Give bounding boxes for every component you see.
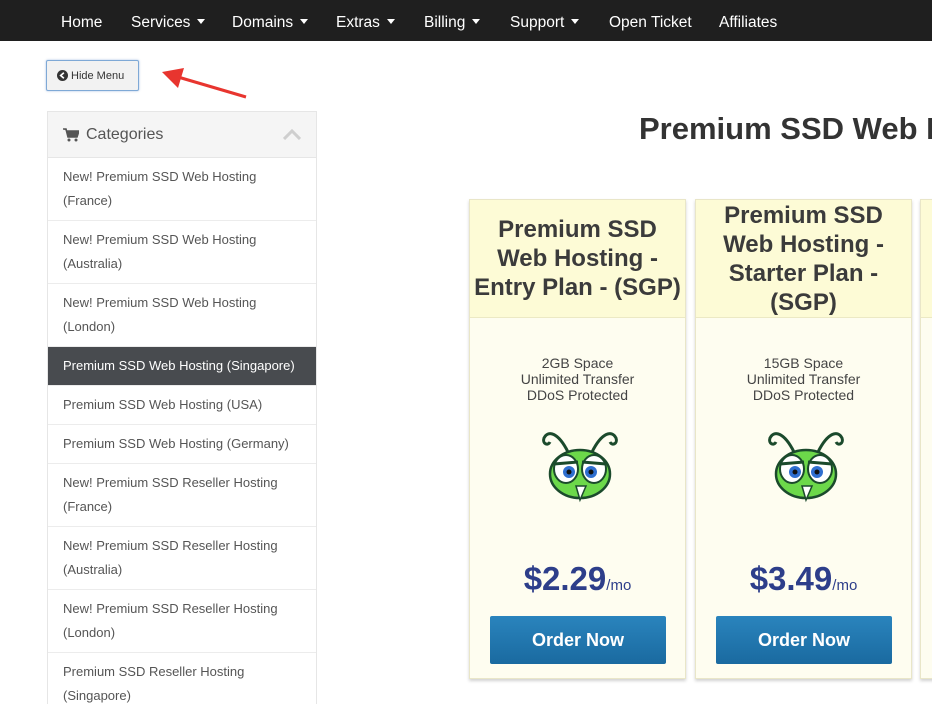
plan-feature: DDoS Protected bbox=[526, 387, 629, 403]
category-item-web-london[interactable]: New! Premium SSD Web Hosting (London) bbox=[48, 284, 316, 347]
category-item-web-australia[interactable]: New! Premium SSD Web Hosting (Australia) bbox=[48, 221, 316, 284]
categories-header[interactable]: Categories bbox=[48, 112, 316, 158]
hide-menu-button[interactable]: Hide Menu bbox=[46, 60, 139, 91]
plan-price: $3.49/mo bbox=[696, 560, 911, 598]
nav-billing[interactable]: Billing bbox=[424, 0, 481, 41]
caret-down-icon bbox=[571, 19, 580, 25]
plan-header: Premium SSD Web Hosting - Starter Plan -… bbox=[696, 200, 911, 318]
category-item-web-singapore[interactable]: Premium SSD Web Hosting (Singapore) bbox=[48, 347, 316, 386]
plan-card-partial bbox=[920, 199, 932, 679]
plan-name: Premium SSD Web Hosting - Starter Plan -… bbox=[723, 201, 884, 316]
nav-affiliates-label: Affiliates bbox=[719, 14, 778, 31]
category-label: New! Premium SSD Reseller Hosting (Londo… bbox=[63, 601, 278, 640]
category-label: Premium SSD Reseller Hosting (Singapore) bbox=[63, 664, 245, 703]
order-now-button[interactable]: Order Now bbox=[716, 616, 892, 664]
category-label: Premium SSD Web Hosting (Germany) bbox=[63, 436, 289, 451]
category-item-web-germany[interactable]: Premium SSD Web Hosting (Germany) bbox=[48, 425, 316, 464]
annotation-arrow-icon bbox=[162, 68, 247, 99]
category-label: New! Premium SSD Web Hosting (France) bbox=[63, 169, 257, 208]
plan-name: Premium SSD Web Hosting - Entry Plan - (… bbox=[474, 216, 681, 301]
plan-feature: Unlimited Transfer bbox=[520, 371, 635, 387]
hide-menu-label: Hide Menu bbox=[71, 69, 125, 82]
plan-header: Premium SSD Web Hosting - Entry Plan - (… bbox=[470, 200, 685, 318]
caret-down-icon bbox=[300, 19, 309, 25]
category-label: Premium SSD Web Hosting (USA) bbox=[63, 397, 263, 412]
nav-services[interactable]: Services bbox=[131, 0, 206, 41]
category-item-web-usa[interactable]: Premium SSD Web Hosting (USA) bbox=[48, 386, 316, 425]
order-now-label: Order Now bbox=[757, 629, 850, 650]
nav-home-label: Home bbox=[61, 14, 103, 31]
order-now-button[interactable]: Order Now bbox=[490, 616, 666, 664]
plan-price-value: $2.29 bbox=[523, 560, 607, 597]
chevron-up-icon[interactable] bbox=[283, 129, 301, 140]
plan-features: 15GB Space Unlimited Transfer DDoS Prote… bbox=[696, 355, 911, 403]
plan-feature: Unlimited Transfer bbox=[746, 371, 861, 387]
plan-header bbox=[921, 200, 932, 318]
caret-down-icon bbox=[472, 19, 481, 25]
plan-features: 2GB Space Unlimited Transfer DDoS Protec… bbox=[470, 355, 685, 403]
plan-card: Premium SSD Web Hosting - Entry Plan - (… bbox=[469, 199, 686, 679]
category-item-reseller-singapore[interactable]: Premium SSD Reseller Hosting (Singapore) bbox=[48, 653, 316, 704]
caret-down-icon bbox=[197, 19, 206, 25]
plan-card: Premium SSD Web Hosting - Starter Plan -… bbox=[695, 199, 912, 679]
nav-extras[interactable]: Extras bbox=[336, 0, 395, 41]
category-label: New! Premium SSD Reseller Hosting (Austr… bbox=[63, 538, 278, 577]
mascot-bug-icon bbox=[542, 432, 618, 503]
plan-feature: DDoS Protected bbox=[752, 387, 855, 403]
category-item-reseller-australia[interactable]: New! Premium SSD Reseller Hosting (Austr… bbox=[48, 527, 316, 590]
category-label: New! Premium SSD Web Hosting (London) bbox=[63, 295, 257, 334]
category-label: New! Premium SSD Reseller Hosting (Franc… bbox=[63, 475, 278, 514]
categories-sidebar: Categories New! Premium SSD Web Hosting … bbox=[47, 111, 317, 704]
category-item-reseller-france[interactable]: New! Premium SSD Reseller Hosting (Franc… bbox=[48, 464, 316, 527]
category-item-web-france[interactable]: New! Premium SSD Web Hosting (France) bbox=[48, 158, 316, 221]
nav-billing-label: Billing bbox=[424, 14, 466, 31]
category-label: New! Premium SSD Web Hosting (Australia) bbox=[63, 232, 257, 271]
cart-icon bbox=[63, 127, 79, 141]
plan-feature: 15GB Space bbox=[763, 355, 844, 371]
plan-price-period: /mo bbox=[606, 577, 632, 594]
plan-feature: 2GB Space bbox=[541, 355, 614, 371]
top-navbar: Home Services Domains Extras Billing Sup… bbox=[0, 0, 932, 41]
nav-support-label: Support bbox=[510, 14, 565, 31]
category-label: Premium SSD Web Hosting (Singapore) bbox=[63, 358, 295, 373]
nav-affiliates[interactable]: Affiliates bbox=[719, 0, 777, 41]
nav-support[interactable]: Support bbox=[510, 0, 580, 41]
nav-services-label: Services bbox=[131, 14, 191, 31]
nav-open-ticket[interactable]: Open Ticket bbox=[609, 0, 692, 41]
nav-domains-label: Domains bbox=[232, 14, 294, 31]
plan-price: $2.29/mo bbox=[470, 560, 685, 598]
category-item-reseller-london[interactable]: New! Premium SSD Reseller Hosting (Londo… bbox=[48, 590, 316, 653]
plan-price-period: /mo bbox=[832, 577, 858, 594]
nav-domains[interactable]: Domains bbox=[232, 0, 309, 41]
nav-open-ticket-label: Open Ticket bbox=[609, 14, 692, 31]
categories-title: Categories bbox=[86, 125, 164, 143]
order-now-label: Order Now bbox=[531, 629, 624, 650]
mascot-bug-icon bbox=[768, 432, 844, 503]
page-title: Premium SSD Web H bbox=[639, 111, 932, 146]
caret-down-icon bbox=[386, 19, 395, 25]
arrow-circle-left-icon bbox=[57, 70, 68, 81]
nav-home[interactable]: Home bbox=[61, 0, 102, 41]
plan-price-value: $3.49 bbox=[749, 560, 833, 597]
nav-extras-label: Extras bbox=[336, 14, 380, 31]
